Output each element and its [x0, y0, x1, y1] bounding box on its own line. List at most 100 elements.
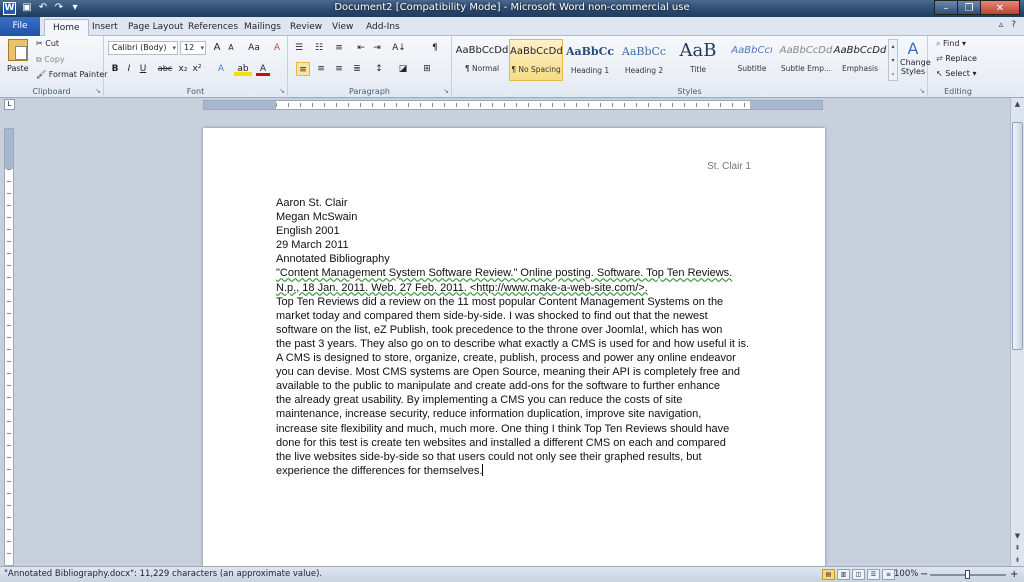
doc-line-last: experience the differences for themselve…: [276, 463, 484, 477]
vertical-scrollbar[interactable]: ▲ ▼ ⇞ ⇟: [1010, 98, 1024, 566]
text-cursor: [482, 463, 484, 476]
style-title[interactable]: AaB Title: [671, 39, 725, 81]
scroll-down-icon[interactable]: ▼: [1011, 530, 1024, 542]
doc-line: done for this test is create ten website…: [276, 436, 726, 449]
find-button[interactable]: ⌕ Find ▾: [936, 39, 966, 49]
group-label-styles: Styles: [677, 87, 702, 96]
doc-line: 29 March 2011: [276, 239, 349, 252]
doc-line: A CMS is designed to store, organize, cr…: [276, 352, 736, 365]
doc-line: Annotated Bibliography: [276, 253, 390, 266]
tab-selector-icon[interactable]: L: [4, 99, 15, 110]
full-screen-reading-icon[interactable]: ▥: [837, 569, 850, 580]
align-left-icon[interactable]: ≡: [296, 62, 310, 76]
doc-line: the already great usability. By implemen…: [276, 394, 683, 407]
tab-mailings[interactable]: Mailings: [236, 19, 289, 36]
tab-review[interactable]: Review: [282, 19, 330, 36]
doc-line: available to the public to manipulate an…: [276, 380, 720, 393]
bold-button[interactable]: B: [108, 62, 122, 76]
increase-indent-icon[interactable]: ⇥: [370, 41, 384, 55]
replace-button[interactable]: ⇄ Replace: [936, 54, 977, 63]
scroll-thumb[interactable]: [1012, 122, 1023, 350]
style-normal[interactable]: AaBbCcDd ¶ Normal: [455, 39, 509, 81]
style-heading-2[interactable]: AaBbCc Heading 2: [617, 39, 671, 81]
web-layout-icon[interactable]: ◫: [852, 569, 865, 580]
next-page-icon[interactable]: ⇟: [1011, 554, 1024, 566]
document-page[interactable]: St. Clair 1 Aaron St. Clair Megan McSwai…: [203, 128, 825, 568]
tab-add-ins[interactable]: Add-Ins: [358, 19, 408, 36]
minimize-ribbon-icon[interactable]: ▵: [999, 20, 1004, 30]
line-spacing-icon[interactable]: ↕: [372, 62, 386, 76]
tab-home[interactable]: Home: [44, 19, 89, 36]
horizontal-ruler[interactable]: [203, 100, 823, 110]
cut-button[interactable]: ✂ Cut: [36, 39, 59, 48]
align-right-icon[interactable]: ≡: [332, 62, 346, 76]
subscript-button[interactable]: x₂: [176, 62, 190, 76]
style-heading-1[interactable]: AaBbCc Heading 1: [563, 39, 617, 81]
zoom-level[interactable]: 100%: [894, 567, 918, 582]
shrink-font-button[interactable]: A: [224, 41, 238, 55]
tab-file[interactable]: File: [0, 17, 40, 36]
borders-icon[interactable]: ⊞: [420, 62, 434, 76]
clear-formatting-button[interactable]: A: [270, 41, 284, 55]
show-marks-button[interactable]: ¶: [428, 41, 442, 55]
page-header: St. Clair 1: [707, 161, 751, 172]
highlight-button[interactable]: ab: [234, 62, 252, 76]
style-emphasis[interactable]: AaBbCcDd Emphasis: [833, 39, 887, 81]
font-name-combo[interactable]: Calibri (Body) ▾: [108, 41, 178, 55]
print-layout-icon[interactable]: ▤: [822, 569, 835, 580]
paste-button[interactable]: Paste: [7, 64, 29, 73]
copy-button[interactable]: ⧉ Copy: [36, 55, 65, 65]
paragraph-launcher-icon[interactable]: ↘: [443, 87, 449, 95]
change-case-button[interactable]: Aa: [244, 41, 264, 55]
strikethrough-button[interactable]: abc: [156, 62, 174, 76]
replace-icon: ⇄: [936, 54, 946, 63]
maximize-button[interactable]: ❐: [957, 0, 981, 15]
font-size-combo[interactable]: 12 ▾: [180, 41, 206, 55]
close-button[interactable]: ✕: [980, 0, 1020, 15]
tab-view[interactable]: View: [324, 19, 361, 36]
vertical-ruler[interactable]: [4, 128, 14, 566]
change-styles-button[interactable]: A Change Styles: [900, 40, 931, 77]
grow-font-button[interactable]: A: [210, 41, 224, 55]
previous-page-icon[interactable]: ⇞: [1011, 542, 1024, 554]
zoom-slider-knob[interactable]: [965, 570, 970, 579]
help-icon[interactable]: ?: [1011, 20, 1016, 30]
zoom-out-button[interactable]: −: [920, 567, 928, 582]
multilevel-list-icon[interactable]: ≡: [332, 41, 346, 55]
paste-icon[interactable]: [8, 39, 28, 61]
status-text[interactable]: "Annotated Bibliography.docx": 11,229 ch…: [4, 567, 322, 582]
justify-icon[interactable]: ≣: [350, 62, 364, 76]
doc-line: market today and compared them side-by-s…: [276, 309, 708, 322]
style-no-spacing[interactable]: AaBbCcDd ¶ No Spacing: [509, 39, 563, 81]
styles-launcher-icon[interactable]: ↘: [919, 87, 925, 95]
styles-gallery-scroll[interactable]: ▴ ▾ ▿: [888, 39, 898, 81]
sort-button[interactable]: A↓: [392, 41, 406, 55]
group-label-font: Font: [186, 87, 205, 96]
style-subtle-emphasis[interactable]: AaBbCcDd Subtle Emp...: [779, 39, 833, 81]
view-buttons: ▤ ▥ ◫ ☰ ≡: [822, 569, 895, 580]
superscript-button[interactable]: x²: [190, 62, 204, 76]
doc-line: English 2001: [276, 225, 340, 238]
ribbon-right-controls: ▵ ?: [999, 20, 1016, 30]
group-paragraph: ☰ ☷ ≡ ⇤ ⇥ A↓ ¶ ≡ ≡ ≡ ≣ ↕ ◪ ⊞ Paragraph ↘: [288, 36, 452, 98]
font-color-button[interactable]: A: [256, 62, 270, 76]
scroll-up-icon[interactable]: ▲: [1011, 98, 1024, 110]
text-effects-icon[interactable]: A: [214, 62, 228, 76]
zoom-in-button[interactable]: +: [1010, 567, 1018, 582]
numbering-icon[interactable]: ☷: [312, 41, 326, 55]
italic-button[interactable]: I: [122, 62, 136, 76]
doc-line: N.p., 18 Jan. 2011. Web. 27 Feb. 2011. <…: [276, 281, 648, 294]
document-body[interactable]: Aaron St. Clair Megan McSwain English 20…: [276, 196, 754, 478]
underline-button[interactable]: U: [136, 62, 150, 76]
decrease-indent-icon[interactable]: ⇤: [354, 41, 368, 55]
format-painter-button[interactable]: 🖌 Format Painter: [36, 70, 107, 79]
bullets-icon[interactable]: ☰: [292, 41, 306, 55]
style-subtitle[interactable]: AaBbCcı Subtitle: [725, 39, 779, 81]
align-center-icon[interactable]: ≡: [314, 62, 328, 76]
shading-icon[interactable]: ◪: [396, 62, 410, 76]
outline-icon[interactable]: ☰: [867, 569, 880, 580]
select-button[interactable]: ↖ Select ▾: [936, 69, 977, 78]
font-launcher-icon[interactable]: ↘: [279, 87, 285, 95]
clipboard-launcher-icon[interactable]: ↘: [95, 87, 101, 95]
minimize-button[interactable]: –: [934, 0, 958, 15]
